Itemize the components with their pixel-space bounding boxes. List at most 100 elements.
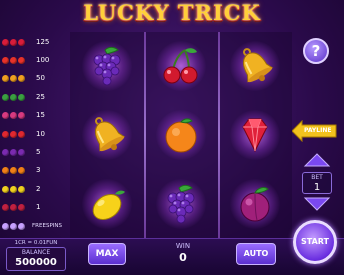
paytable-payout: 1	[36, 203, 41, 212]
paytable-row: 50	[2, 70, 62, 88]
symbol-icon	[10, 185, 17, 193]
win-label: WIN	[175, 242, 191, 250]
balance-label: BALANCE	[21, 249, 51, 256]
paytable-symbol-icons	[2, 167, 36, 175]
symbol-icon	[10, 130, 17, 138]
symbol-icon	[10, 75, 17, 83]
symbol-icon	[10, 167, 17, 175]
paytable-symbol-icons	[2, 38, 36, 46]
bet-display: BET 1	[302, 172, 332, 194]
symbol-icon	[2, 57, 9, 65]
max-bet-button[interactable]: MAX	[88, 243, 126, 265]
paytable-payout: 15	[36, 111, 45, 120]
paytable: 125 100 50 25 15 10 5 3 2 1 FREESPINS	[2, 33, 62, 235]
start-spin-button[interactable]: START	[293, 220, 337, 264]
paytable-row: 25	[2, 88, 62, 106]
paytable-row: 5	[2, 143, 62, 161]
paytable-symbol-icons	[2, 75, 36, 83]
reel-symbol-plum	[218, 169, 292, 238]
paytable-symbol-icons	[2, 149, 36, 157]
reels-grid	[70, 32, 292, 238]
paytable-symbol-icons	[2, 185, 36, 193]
symbol-icon	[2, 222, 9, 230]
symbol-icon	[2, 38, 9, 46]
paytable-payout: 3	[36, 166, 41, 175]
paytable-row: 1	[2, 199, 62, 217]
symbol-icon	[18, 38, 25, 46]
symbol-icon	[2, 185, 9, 193]
paytable-payout: 50	[36, 74, 45, 83]
symbol-icon	[10, 57, 17, 65]
symbol-icon	[18, 185, 25, 193]
paytable-symbol-icons	[2, 130, 36, 138]
paytable-row: FREESPINS	[2, 217, 62, 235]
win-value: 0	[179, 251, 187, 264]
balance-value: 500000	[15, 257, 57, 268]
paytable-symbol-icons	[2, 222, 32, 230]
paytable-payout: 5	[36, 148, 41, 157]
paytable-row: 10	[2, 125, 62, 143]
autoplay-button[interactable]: AUTO	[236, 243, 276, 265]
bet-increase-button[interactable]	[302, 152, 332, 168]
symbol-icon	[2, 130, 9, 138]
symbol-icon	[2, 75, 9, 83]
bet-label: BET	[311, 174, 323, 181]
symbol-icon	[18, 149, 25, 157]
chevron-up-icon	[303, 153, 331, 167]
credit-rate: 1CR = 0.01FUN	[14, 240, 58, 246]
paytable-row: 100	[2, 51, 62, 69]
symbol-icon	[10, 204, 17, 212]
symbol-icon	[10, 112, 17, 120]
symbol-icon	[18, 57, 25, 65]
game-title: LUCKY TRICK	[83, 0, 261, 25]
balance-display: BALANCE 500000	[6, 247, 66, 271]
reel-symbol-grapes	[144, 169, 218, 238]
symbol-icon	[10, 149, 17, 157]
symbol-icon	[18, 112, 25, 120]
paytable-symbol-icons	[2, 93, 36, 101]
symbol-icon	[18, 167, 25, 175]
payline-indicator: PAYLINE	[292, 120, 338, 142]
symbol-icon	[10, 93, 17, 101]
bet-value: 1	[313, 182, 321, 193]
paytable-payout: 25	[36, 92, 45, 101]
paytable-payout: 2	[36, 184, 41, 193]
reel-symbol-orange	[144, 101, 218, 170]
paytable-row: 3	[2, 162, 62, 180]
bet-decrease-button[interactable]	[302, 196, 332, 212]
paytable-payout: 100	[36, 56, 50, 65]
symbol-icon	[10, 38, 17, 46]
reel-symbol-diamond	[218, 101, 292, 170]
reel-symbol-bell	[218, 32, 292, 101]
symbol-icon	[18, 75, 25, 83]
symbol-icon	[18, 222, 25, 230]
paytable-row: 15	[2, 107, 62, 125]
symbol-icon	[2, 149, 9, 157]
help-button[interactable]: ?	[303, 38, 329, 64]
paytable-row: 125	[2, 33, 62, 51]
win-display: WIN 0	[140, 240, 226, 270]
reel-symbol-cherries	[144, 32, 218, 101]
paytable-payout: FREESPINS	[32, 222, 62, 229]
symbol-icon	[10, 222, 17, 230]
paytable-symbol-icons	[2, 112, 36, 120]
reel-symbol-lemon	[70, 169, 144, 238]
reel-divider	[144, 32, 146, 238]
symbol-icon	[2, 93, 9, 101]
reel-symbol-grapes	[70, 32, 144, 101]
symbol-icon	[2, 204, 9, 212]
paytable-payout: 10	[36, 129, 45, 138]
payline-label: PAYLINE	[304, 127, 332, 134]
symbol-icon	[2, 112, 9, 120]
paytable-row: 2	[2, 180, 62, 198]
chevron-down-icon	[303, 197, 331, 211]
symbol-icon	[2, 167, 9, 175]
symbol-icon	[18, 130, 25, 138]
reel-divider	[218, 32, 220, 238]
paytable-symbol-icons	[2, 57, 36, 65]
reel-symbol-bell	[70, 101, 144, 170]
symbol-icon	[18, 93, 25, 101]
paytable-symbol-icons	[2, 204, 36, 212]
symbol-icon	[18, 204, 25, 212]
paytable-payout: 125	[36, 37, 50, 46]
